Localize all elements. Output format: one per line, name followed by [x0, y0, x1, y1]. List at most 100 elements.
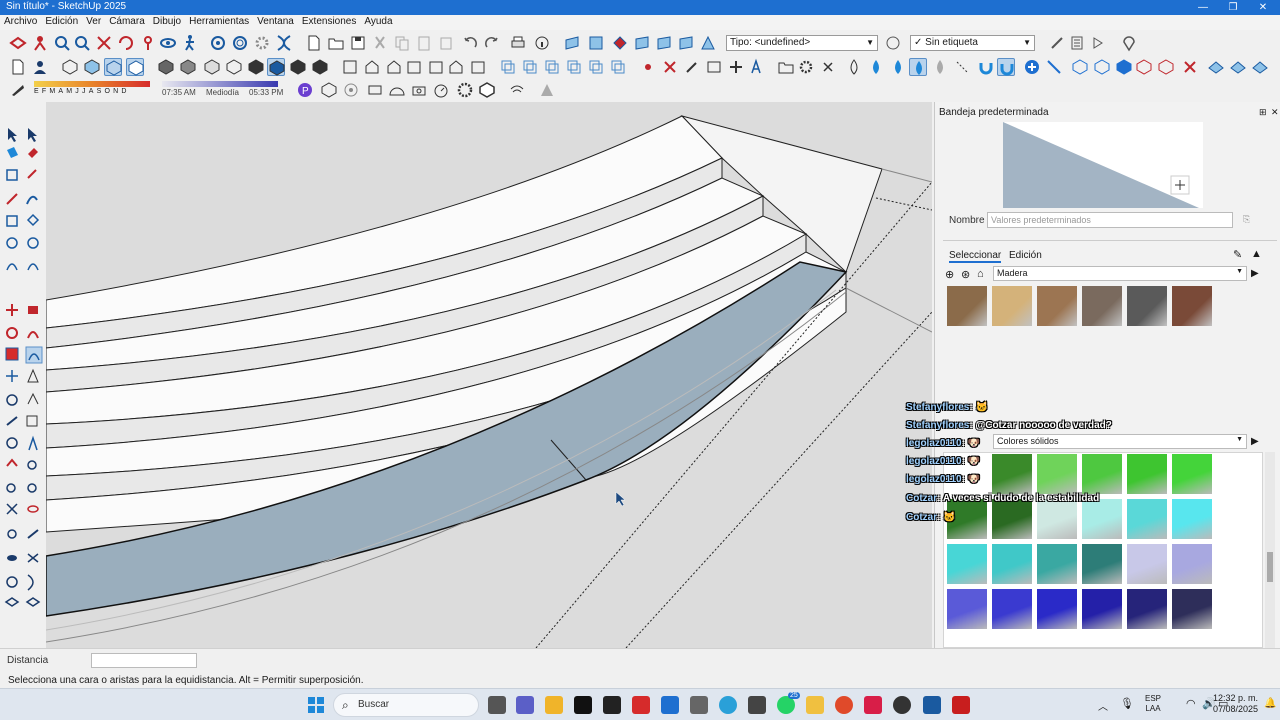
- material-swatch[interactable]: [992, 286, 1032, 326]
- material-swatch[interactable]: [1037, 286, 1077, 326]
- copy-icon[interactable]: [393, 34, 411, 52]
- pin-icon[interactable]: ⊞: [1259, 107, 1267, 118]
- view-top-icon[interactable]: [247, 58, 265, 76]
- offset-tool-icon[interactable]: [25, 346, 43, 364]
- look-around-icon[interactable]: [159, 34, 177, 52]
- component-icon[interactable]: [6, 169, 18, 181]
- material-swatch[interactable]: [1127, 286, 1167, 326]
- view-left-icon[interactable]: [341, 58, 359, 76]
- footprint-icon[interactable]: [27, 553, 39, 563]
- section-tool-icon[interactable]: [26, 415, 38, 427]
- walk-icon[interactable]: [181, 34, 199, 52]
- rotated-rect-icon[interactable]: [26, 213, 40, 227]
- sketchup-icon[interactable]: [923, 696, 941, 714]
- color-swatch[interactable]: [1037, 499, 1077, 539]
- folder-icon[interactable]: [777, 58, 795, 76]
- collection-select-bottom[interactable]: Colores sólidos ▼: [993, 434, 1247, 449]
- windows-start-icon[interactable]: [307, 696, 325, 717]
- undo-icon[interactable]: [461, 34, 479, 52]
- viewport-canvas[interactable]: [46, 102, 932, 648]
- move-tool-icon[interactable]: [6, 304, 18, 316]
- eraser-icon[interactable]: [28, 148, 38, 158]
- arc-tool-icon[interactable]: [6, 263, 18, 271]
- follow-me-icon[interactable]: [27, 331, 39, 339]
- view-iso-icon[interactable]: [225, 58, 243, 76]
- document-icon[interactable]: [9, 58, 27, 76]
- style-xray-icon[interactable]: [61, 58, 79, 76]
- collection-select-top[interactable]: Madera ▼: [993, 266, 1247, 281]
- 3d-text-icon[interactable]: [6, 416, 18, 426]
- orbit-tool-icon[interactable]: [6, 437, 18, 449]
- settings-gear-icon[interactable]: [253, 34, 271, 52]
- person-icon[interactable]: [31, 34, 49, 52]
- paint-bucket-icon[interactable]: [7, 147, 18, 158]
- sandbox-3-icon[interactable]: [1251, 58, 1269, 76]
- zoom-tool-icon[interactable]: [27, 460, 37, 470]
- solid-shell-icon[interactable]: [1071, 58, 1089, 76]
- wifi-icon[interactable]: ◠: [1186, 697, 1196, 710]
- autocad-icon[interactable]: [864, 696, 882, 714]
- dna-icon[interactable]: [275, 34, 293, 52]
- house-back-icon[interactable]: [405, 58, 423, 76]
- tab-edit[interactable]: Edición: [1009, 250, 1042, 261]
- material-swatch[interactable]: [947, 286, 987, 326]
- tab-select[interactable]: Seleccionar: [949, 250, 1002, 263]
- color-swatch[interactable]: [1172, 544, 1212, 584]
- scissors-tool-icon[interactable]: [661, 58, 679, 76]
- info-icon[interactable]: [533, 34, 551, 52]
- open-folder-icon[interactable]: [327, 34, 345, 52]
- color-swatch[interactable]: [1082, 589, 1122, 629]
- pin-tool-icon[interactable]: [639, 58, 657, 76]
- cube-render-icon[interactable]: [478, 81, 496, 99]
- forward-icon[interactable]: [1090, 34, 1108, 52]
- save-icon[interactable]: [349, 34, 367, 52]
- line-tool-icon[interactable]: [6, 193, 18, 205]
- tag-tool-icon[interactable]: [1048, 34, 1066, 52]
- back-icon[interactable]: ⊕: [945, 268, 954, 281]
- tape-icon[interactable]: [27, 169, 37, 179]
- style-wireframe-icon[interactable]: [104, 58, 122, 76]
- circle-target-icon[interactable]: [342, 81, 360, 99]
- month-slider[interactable]: [34, 81, 150, 87]
- brush-tool-icon[interactable]: [683, 58, 701, 76]
- doc-list-icon[interactable]: [1068, 34, 1086, 52]
- measure-input[interactable]: [91, 653, 197, 668]
- settings-icon[interactable]: [690, 696, 708, 714]
- menu-ventana[interactable]: Ventana: [253, 15, 298, 28]
- outliner-icon-1[interactable]: [499, 58, 517, 76]
- pan-orbit-icon[interactable]: [231, 34, 249, 52]
- solid-union-icon[interactable]: [1115, 58, 1133, 76]
- paste-icon[interactable]: [415, 34, 433, 52]
- solid-trim-icon[interactable]: [1157, 58, 1175, 76]
- triangle-icon[interactable]: [538, 81, 556, 99]
- redo-icon[interactable]: [483, 34, 501, 52]
- menu-archivo[interactable]: Archivo: [0, 15, 41, 28]
- color-swatch[interactable]: [1082, 499, 1122, 539]
- scale-tool-icon[interactable]: [5, 347, 19, 361]
- menu-edicion[interactable]: Edición: [41, 15, 82, 28]
- magnet-active-icon[interactable]: [997, 58, 1015, 76]
- text-tool-icon[interactable]: [747, 58, 765, 76]
- push-pull-icon[interactable]: [28, 306, 38, 314]
- solid-intersect-icon[interactable]: [1093, 58, 1111, 76]
- tiktok-icon[interactable]: [574, 696, 592, 714]
- outliner-icon-2[interactable]: [521, 58, 539, 76]
- arc2-tool-icon[interactable]: [27, 263, 39, 271]
- scrollbar[interactable]: [1265, 452, 1275, 648]
- obs-icon[interactable]: [893, 696, 911, 714]
- time-slider[interactable]: [162, 81, 278, 87]
- teams-icon[interactable]: [516, 696, 534, 714]
- previous-view-icon[interactable]: [117, 34, 135, 52]
- github-icon[interactable]: [748, 696, 766, 714]
- task-view-icon[interactable]: [488, 696, 506, 714]
- view-right-icon[interactable]: [289, 58, 307, 76]
- details-icon[interactable]: ▶: [1251, 436, 1259, 447]
- dotted-tool-icon[interactable]: [953, 58, 971, 76]
- eye-tool-icon[interactable]: [7, 555, 17, 561]
- freehand-tool-icon[interactable]: [26, 195, 38, 205]
- copy-material-icon[interactable]: ⎘: [1243, 214, 1250, 225]
- drop-blue-icon[interactable]: [867, 58, 885, 76]
- section-fill-icon[interactable]: [633, 34, 651, 52]
- look-tool-icon[interactable]: [27, 505, 39, 513]
- edge-icon[interactable]: [719, 696, 737, 714]
